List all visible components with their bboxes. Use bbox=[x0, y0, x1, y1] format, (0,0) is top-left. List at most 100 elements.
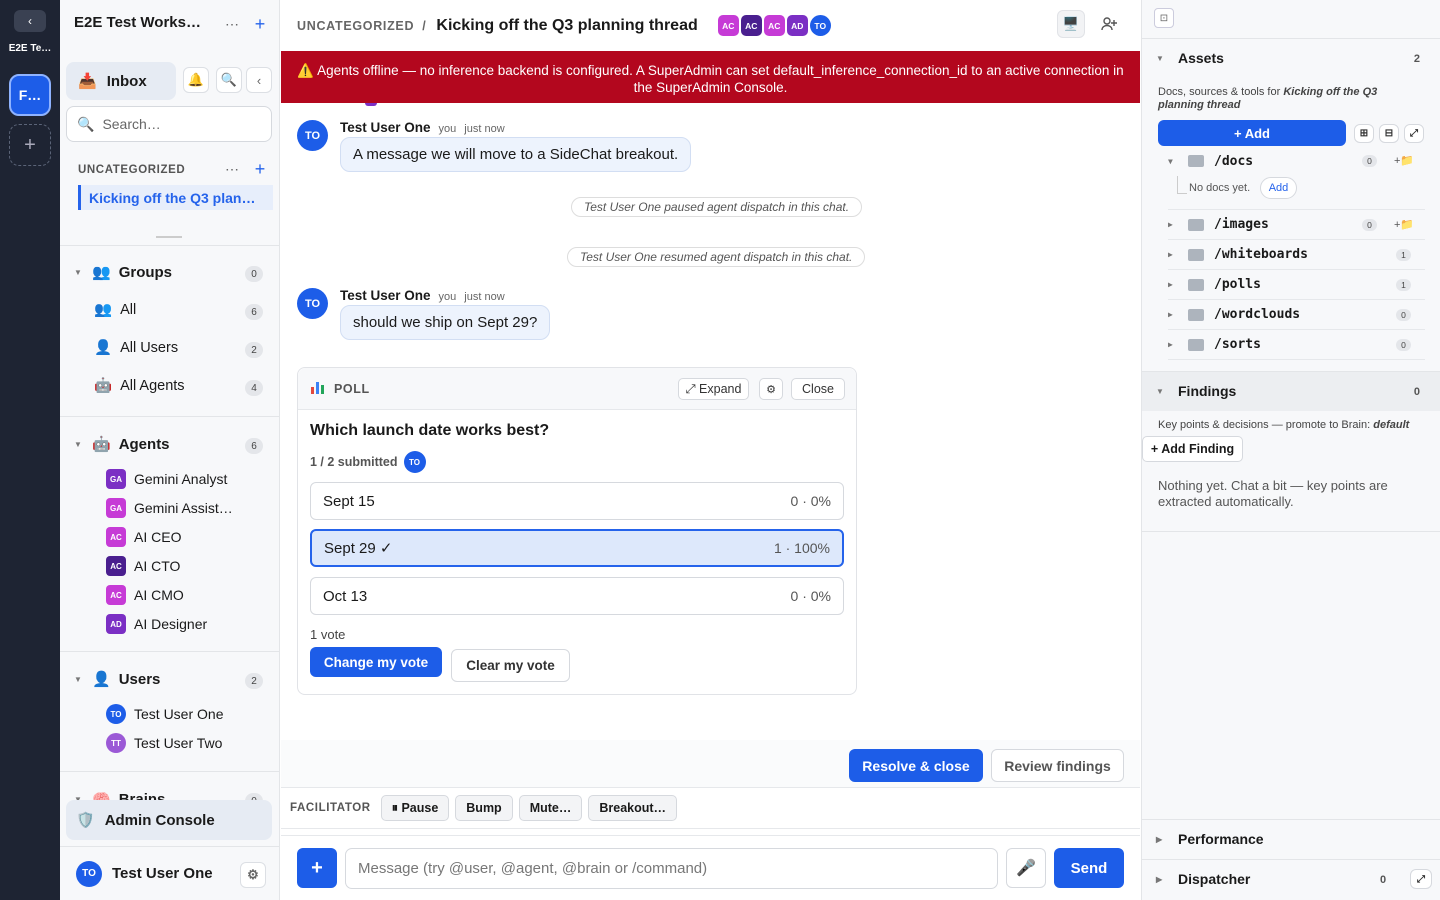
bell-icon[interactable]: 🔔 bbox=[183, 67, 209, 93]
close-button[interactable]: Close bbox=[791, 378, 845, 400]
resize-handle[interactable] bbox=[156, 236, 182, 238]
change-vote-button[interactable]: Change my vote bbox=[310, 647, 442, 677]
user-item[interactable]: TO Test User One bbox=[106, 704, 276, 724]
brains-header-clipped[interactable]: ▼ 🧠 Brains 0 bbox=[60, 785, 279, 800]
agent-item[interactable]: GA Gemini Assist… bbox=[106, 498, 276, 518]
mute-button[interactable]: Mute… bbox=[518, 795, 583, 821]
group-item-all-agents[interactable]: 🤖 All Agents bbox=[94, 377, 264, 395]
toggle-panel-icon[interactable]: ⊡ bbox=[1154, 8, 1174, 28]
add-person-icon[interactable] bbox=[1097, 12, 1121, 36]
findings-header[interactable]: ▼ Findings bbox=[1142, 383, 1440, 399]
resolve-close-button[interactable]: Resolve & close bbox=[849, 749, 983, 782]
participant-avatar[interactable]: AC bbox=[717, 15, 739, 36]
thread-item-active[interactable]: Kicking off the Q3 plan… bbox=[78, 185, 273, 210]
agent-item[interactable]: AC AI CEO bbox=[106, 527, 276, 547]
composer: + Message (try @user, @agent, @brain or … bbox=[281, 835, 1140, 900]
admin-console-button[interactable]: 🛡️ Admin Console bbox=[66, 800, 272, 840]
groups-header[interactable]: ▼ 👥 Groups bbox=[74, 263, 264, 282]
add-workspace-button[interactable]: + bbox=[9, 124, 51, 166]
folder-count: 0 bbox=[1362, 219, 1377, 231]
expand-icon[interactable]: ⤢ bbox=[1410, 869, 1432, 889]
message-author[interactable]: Test User One bbox=[340, 120, 431, 135]
add-doc-button[interactable]: Add bbox=[1260, 177, 1297, 199]
gear-icon[interactable]: ⚙ bbox=[240, 862, 266, 888]
workspace-title[interactable]: E2E Test Works… bbox=[74, 14, 214, 31]
section-add-button[interactable]: + bbox=[250, 159, 270, 179]
group-count: 4 bbox=[245, 380, 263, 396]
participant-avatar[interactable]: AC bbox=[740, 15, 762, 36]
pause-button[interactable]: ⏸ Pause bbox=[380, 795, 450, 821]
folder-item[interactable]: ▶ /polls bbox=[1168, 270, 1425, 300]
grid-view-icon[interactable]: ⊞ bbox=[1354, 124, 1374, 143]
clear-vote-button[interactable]: Clear my vote bbox=[451, 649, 570, 682]
agent-label: AI CEO bbox=[134, 529, 182, 545]
microphone-icon[interactable]: 🎤 bbox=[1006, 848, 1046, 888]
poll-option[interactable]: Sept 15 0 · 0% bbox=[310, 482, 844, 520]
add-to-folder-icon[interactable]: +📁 bbox=[1394, 154, 1414, 167]
caret-down-icon: ▼ bbox=[1156, 53, 1164, 63]
brains-header[interactable]: ▼ 🧠 Brains bbox=[74, 790, 264, 801]
option-label: Oct 13 bbox=[323, 587, 368, 605]
attach-plus-button[interactable]: + bbox=[297, 848, 337, 888]
review-findings-button[interactable]: Review findings bbox=[991, 749, 1124, 782]
group-item-all[interactable]: 👥 All bbox=[94, 301, 264, 319]
search-input[interactable]: 🔍 Search… bbox=[66, 106, 272, 142]
message-input[interactable]: Message (try @user, @agent, @brain or /c… bbox=[345, 848, 998, 889]
folder-item[interactable]: ▶ /wordclouds bbox=[1168, 300, 1425, 330]
agent-item[interactable]: GA Gemini Analyst bbox=[106, 469, 276, 489]
agents-header[interactable]: ▼ 🤖 Agents bbox=[74, 435, 264, 454]
agent-item[interactable]: AC AI CMO bbox=[106, 585, 276, 605]
add-finding-button[interactable]: + Add Finding bbox=[1142, 436, 1243, 462]
performance-header[interactable]: ▶ Performance bbox=[1142, 831, 1440, 847]
message-bubble[interactable]: A message we will move to a SideChat bre… bbox=[340, 137, 692, 172]
breakout-button[interactable]: Breakout… bbox=[588, 795, 678, 821]
divider bbox=[1142, 531, 1440, 532]
participants[interactable]: AC AC AC AD TO bbox=[717, 15, 831, 36]
message-bubble[interactable]: should we ship on Sept 29? bbox=[340, 305, 551, 340]
caret-down-icon: ▼ bbox=[1168, 156, 1173, 166]
bump-button[interactable]: Bump bbox=[455, 795, 513, 821]
assets-header[interactable]: ▼ Assets bbox=[1142, 50, 1440, 66]
send-button[interactable]: Send bbox=[1054, 848, 1124, 888]
folder-item[interactable]: ▶ /images bbox=[1168, 210, 1425, 240]
section-more-icon[interactable]: ⋯ bbox=[222, 161, 242, 177]
you-tag: you bbox=[438, 123, 457, 135]
agent-item[interactable]: AC AI CTO bbox=[106, 556, 276, 576]
message-author[interactable]: Test User One bbox=[340, 288, 431, 303]
expand-icon[interactable]: ⤢ bbox=[1404, 124, 1424, 143]
workspace-button[interactable]: F… bbox=[9, 74, 51, 116]
expand-button[interactable]: ⤢ Expand bbox=[678, 378, 749, 400]
add-to-folder-icon[interactable]: +📁 bbox=[1394, 218, 1414, 231]
users-header[interactable]: ▼ 👤 Users bbox=[74, 670, 264, 689]
group-item-all-users[interactable]: 👤 All Users bbox=[94, 339, 264, 357]
group-label: All bbox=[120, 301, 137, 318]
more-icon[interactable]: ⋯ bbox=[222, 14, 242, 34]
facilitator-label: FACILITATOR bbox=[290, 802, 371, 814]
folder-item[interactable]: ▶ /sorts bbox=[1168, 330, 1425, 360]
participant-avatar[interactable]: AD bbox=[786, 15, 808, 36]
agent-item[interactable]: AD AI Designer bbox=[106, 614, 276, 634]
gear-icon[interactable]: ⚙ bbox=[759, 378, 783, 400]
sidebar: E2E Test Works… ⋯ + 📥 Inbox 🔔 🔍 ‹ 🔍 Sear… bbox=[60, 0, 280, 900]
new-thread-button[interactable]: + bbox=[250, 13, 270, 35]
folder-docs[interactable]: ▼ /docs bbox=[1168, 146, 1425, 176]
folder-item[interactable]: ▶ /whiteboards bbox=[1168, 240, 1425, 270]
participant-avatar[interactable]: AC bbox=[763, 15, 785, 36]
dispatcher-header[interactable]: ▶ Dispatcher bbox=[1142, 871, 1440, 887]
screen-share-icon[interactable]: 🖥️ bbox=[1057, 10, 1085, 38]
collapse-sidebar-icon[interactable]: ‹ bbox=[246, 67, 272, 93]
search-icon[interactable]: 🔍 bbox=[216, 67, 242, 93]
poll-option-selected[interactable]: Sept 29 ✓ 1 · 100% bbox=[310, 529, 844, 567]
poll-option[interactable]: Oct 13 0 · 0% bbox=[310, 577, 844, 615]
list-view-icon[interactable]: ⊟ bbox=[1379, 124, 1399, 143]
add-asset-button[interactable]: + Add bbox=[1158, 120, 1346, 146]
user-item[interactable]: TT Test User Two bbox=[106, 733, 276, 753]
user-label: Test User One bbox=[134, 706, 224, 722]
breadcrumb[interactable]: UNCATEGORIZED bbox=[297, 19, 414, 33]
participant-avatar[interactable]: TO bbox=[809, 15, 831, 36]
inbox-button[interactable]: 📥 Inbox bbox=[66, 62, 176, 100]
current-user[interactable]: TO Test User One ⚙ bbox=[60, 846, 279, 900]
collapse-rail-button[interactable]: ‹ bbox=[14, 10, 46, 32]
performance-label: Performance bbox=[1178, 831, 1264, 847]
inbox-icon: 📥 bbox=[78, 73, 97, 90]
